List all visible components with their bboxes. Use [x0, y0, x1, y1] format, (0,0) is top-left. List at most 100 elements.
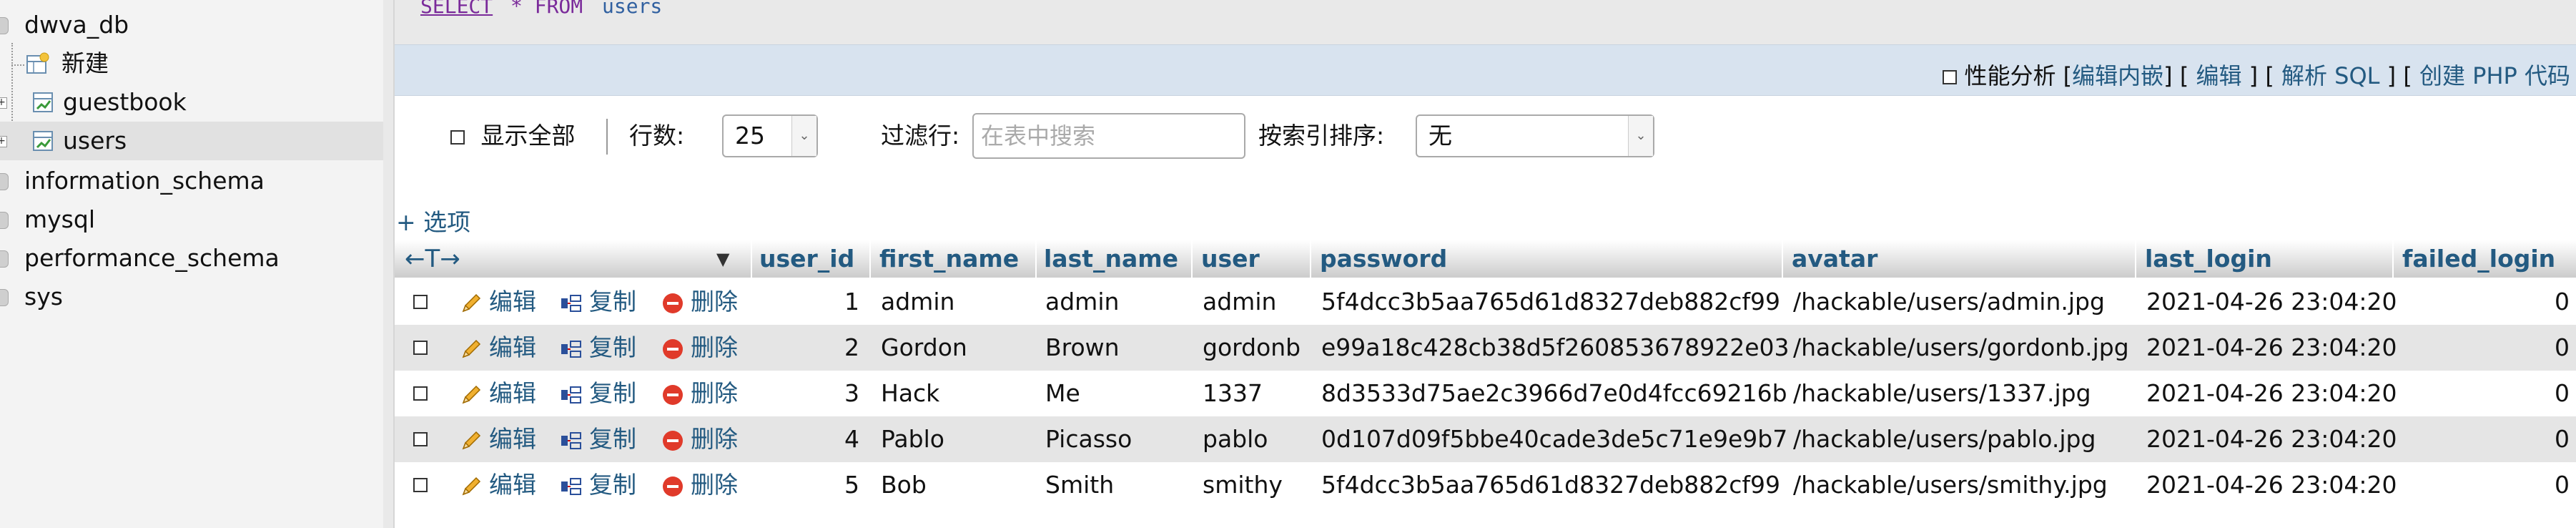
cell-user_id: 4 [844, 425, 859, 453]
column-header-password[interactable]: password [1320, 240, 1447, 278]
column-header-user_id[interactable]: user_id [759, 240, 854, 278]
db-item-sys[interactable]: sys [0, 278, 383, 316]
copy-row-button[interactable]: 复制 [559, 371, 636, 416]
delete-row-button[interactable]: 删除 [661, 371, 738, 416]
pencil-icon [462, 293, 481, 312]
filter-label: 过滤行: [881, 122, 960, 150]
column-separator [751, 240, 752, 278]
row-checkbox[interactable] [413, 341, 428, 355]
cell-user_id: 1 [844, 288, 859, 316]
table-row: 编辑 复制 删除 2 Gordon Brown gordonb e99a18c4… [395, 325, 2576, 371]
cell-last_login: 2021-04-26 23:04:20 [2146, 333, 2397, 361]
delete-row-button[interactable]: 删除 [661, 416, 738, 462]
panel-splitter[interactable] [383, 0, 395, 528]
column-separator [1191, 240, 1193, 278]
copy-label: 复制 [589, 471, 636, 499]
delete-icon [663, 476, 683, 497]
cell-last_name: Me [1045, 379, 1080, 407]
column-header-last_name[interactable]: last_name [1044, 240, 1178, 278]
row-checkbox[interactable] [413, 295, 428, 309]
column-separator [1035, 240, 1037, 278]
delete-row-button[interactable]: 删除 [661, 279, 738, 325]
explain-sql-link[interactable]: 解析 SQL [2281, 62, 2380, 89]
cell-first_name: admin [881, 288, 955, 316]
db-item-mysql[interactable]: mysql [0, 200, 383, 239]
inline-edit-link[interactable]: 编辑内嵌 [2072, 62, 2163, 89]
row-checkbox[interactable] [413, 432, 428, 446]
db-item-dwva_db[interactable]: dwva_db [0, 6, 383, 44]
cell-first_name: Gordon [881, 333, 967, 361]
tree-item-guestbook[interactable]: + guestbook [0, 83, 383, 122]
cell-user: 1337 [1203, 379, 1263, 407]
copy-label: 复制 [589, 425, 636, 453]
show-all-checkbox[interactable] [450, 129, 465, 145]
sql-bar-links: 性能分析 [编辑内嵌] [ 编辑 ] [ 解析 SQL ] [ 创建 PHP 代… [1943, 45, 2570, 95]
cell-avatar: /hackable/users/pablo.jpg [1793, 425, 2096, 453]
cell-password: 5f4dcc3b5aa765d61d8327deb882cf99 [1321, 471, 1781, 499]
cell-last_login: 2021-04-26 23:04:20 [2146, 379, 2397, 407]
column-arrows-icon[interactable]: ←T→ [405, 240, 460, 278]
options-link[interactable]: + 选项 [396, 203, 470, 242]
rows-per-page-select[interactable]: 25 ⌄ [722, 114, 818, 157]
pencil-icon [462, 476, 481, 495]
column-header-avatar[interactable]: avatar [1792, 240, 1877, 278]
cell-last_login: 2021-04-26 23:04:20 [2146, 288, 2397, 316]
cell-failed_login: 0 [2555, 425, 2570, 453]
cell-avatar: /hackable/users/admin.jpg [1793, 288, 2105, 316]
copy-row-button[interactable]: 复制 [559, 462, 636, 508]
table-icon [33, 131, 53, 151]
sort-label: 按索引排序: [1258, 122, 1385, 150]
table-row: 编辑 复制 删除 1 admin admin admin 5f4dcc3b5aa… [395, 279, 2576, 325]
cell-first_name: Pablo [881, 425, 944, 453]
column-menu-icon[interactable]: ▼ [716, 240, 729, 278]
db-label: mysql [24, 205, 95, 233]
column-header-last_login[interactable]: last_login [2145, 240, 2272, 278]
delete-label: 删除 [691, 471, 738, 499]
filter-rows-input[interactable]: 在表中搜索 [972, 113, 1245, 159]
show-all-control[interactable]: 显示全部 [450, 114, 576, 157]
profiling-checkbox[interactable] [1943, 70, 1958, 84]
copy-icon [561, 477, 581, 495]
db-label: information_schema [24, 167, 265, 195]
column-header-failed_login[interactable]: failed_login [2402, 240, 2555, 278]
copy-row-button[interactable]: 复制 [559, 416, 636, 462]
sql-action-bar: 性能分析 [编辑内嵌] [ 编辑 ] [ 解析 SQL ] [ 创建 PHP 代… [395, 44, 2576, 96]
cell-first_name: Hack [881, 379, 940, 407]
tree-item-new[interactable]: 新建 [0, 44, 383, 83]
delete-row-button[interactable]: 删除 [661, 462, 738, 508]
column-header-user[interactable]: user [1201, 240, 1260, 278]
sort-by-index-select[interactable]: 无 ⌄ [1416, 114, 1654, 157]
edit-row-button[interactable]: 编辑 [459, 416, 536, 462]
copy-label: 复制 [589, 379, 636, 407]
edit-row-button[interactable]: 编辑 [459, 325, 536, 371]
edit-row-button[interactable]: 编辑 [459, 279, 536, 325]
edit-row-button[interactable]: 编辑 [459, 462, 536, 508]
delete-label: 删除 [691, 288, 738, 316]
copy-row-button[interactable]: 复制 [559, 325, 636, 371]
row-checkbox[interactable] [413, 386, 428, 401]
create-php-code-link[interactable]: 创建 PHP 代码 [2419, 62, 2570, 89]
delete-icon [663, 338, 683, 359]
sql-keyword-from: * FROM [510, 0, 583, 18]
copy-row-button[interactable]: 复制 [559, 279, 636, 325]
database-icon [0, 212, 9, 229]
cell-password: 5f4dcc3b5aa765d61d8327deb882cf99 [1321, 288, 1781, 316]
expand-icon[interactable]: + [0, 97, 7, 109]
sort-value: 无 [1428, 122, 1452, 150]
navigation-panel: dwva_db 新建 + guestbook + users informati… [0, 0, 385, 528]
cell-user: gordonb [1203, 333, 1301, 361]
edit-sql-link[interactable]: 编辑 [2196, 62, 2241, 89]
cell-last_name: Smith [1045, 471, 1115, 499]
expand-icon[interactable]: + [0, 136, 7, 147]
row-checkbox[interactable] [413, 478, 428, 492]
column-header-first_name[interactable]: first_name [879, 240, 1019, 278]
column-separator [2135, 240, 2136, 278]
edit-row-button[interactable]: 编辑 [459, 371, 536, 416]
delete-icon [663, 384, 683, 405]
sql-table-name: users [602, 0, 663, 18]
db-item-information_schema[interactable]: information_schema [0, 162, 383, 200]
db-item-performance_schema[interactable]: performance_schema [0, 239, 383, 278]
tree-item-users[interactable]: + users [0, 122, 383, 160]
delete-row-button[interactable]: 删除 [661, 325, 738, 371]
cell-last_login: 2021-04-26 23:04:20 [2146, 425, 2397, 453]
